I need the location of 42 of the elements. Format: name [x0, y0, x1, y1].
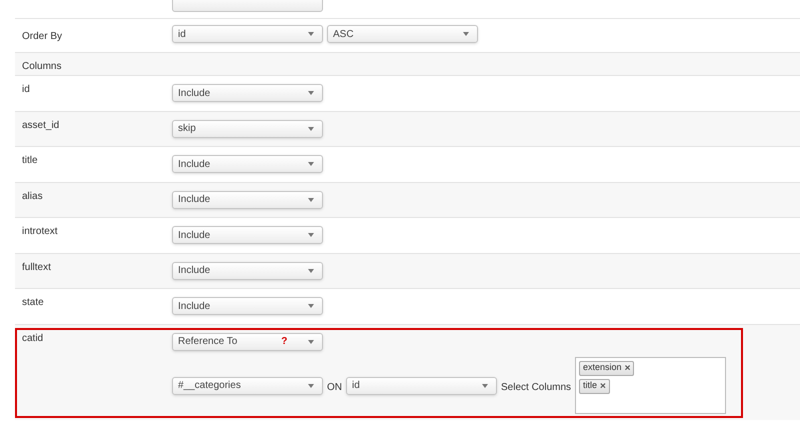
field-label: Select Columns [501, 380, 572, 394]
remove-button[interactable]: × [600, 378, 606, 394]
select-field[interactable]: Include [172, 262, 323, 280]
select-field[interactable]: ASC [327, 25, 478, 43]
remove-button[interactable]: × [624, 360, 630, 376]
field-label: fulltext [22, 260, 52, 274]
select-field[interactable]: Include [172, 226, 323, 244]
select-field[interactable]: Include [172, 190, 323, 208]
caret-icon [308, 384, 314, 388]
caret-icon [308, 162, 314, 166]
field-label: state [22, 296, 45, 310]
caret-icon [463, 32, 469, 36]
field-label: alias [22, 190, 44, 204]
column-tag: extension × [579, 360, 634, 376]
multi-select-field[interactable]: extension × title × [575, 356, 726, 414]
select-field[interactable]: Include [172, 155, 323, 173]
caret-icon [308, 304, 314, 308]
section-heading: Columns [22, 60, 62, 74]
select-field[interactable]: #__categories [172, 376, 323, 394]
help-mark: ? [281, 335, 288, 349]
select-field[interactable]: Include [172, 84, 323, 102]
select-field[interactable]: Reference To ? [172, 332, 323, 350]
caret-icon [308, 340, 314, 344]
field-label: title [22, 154, 39, 168]
select-field[interactable]: Include [172, 297, 323, 315]
caret-icon [308, 91, 314, 95]
select-field[interactable]: skip [172, 120, 323, 138]
select-field[interactable]: id [346, 376, 497, 394]
field-label: id [22, 83, 31, 97]
on-label: ON [327, 380, 342, 394]
caret-icon [308, 198, 314, 202]
caret-icon [308, 233, 314, 237]
field-label: introtext [22, 225, 59, 239]
field-label: asset_id [22, 118, 60, 132]
column-tag: title × [579, 378, 610, 394]
field-label: Order By [22, 30, 64, 44]
caret-icon [482, 384, 488, 388]
caret-icon [308, 268, 314, 272]
select-field[interactable]: id [172, 25, 323, 43]
field-label: catid [22, 332, 44, 346]
caret-icon [308, 126, 314, 130]
caret-icon [308, 32, 314, 36]
